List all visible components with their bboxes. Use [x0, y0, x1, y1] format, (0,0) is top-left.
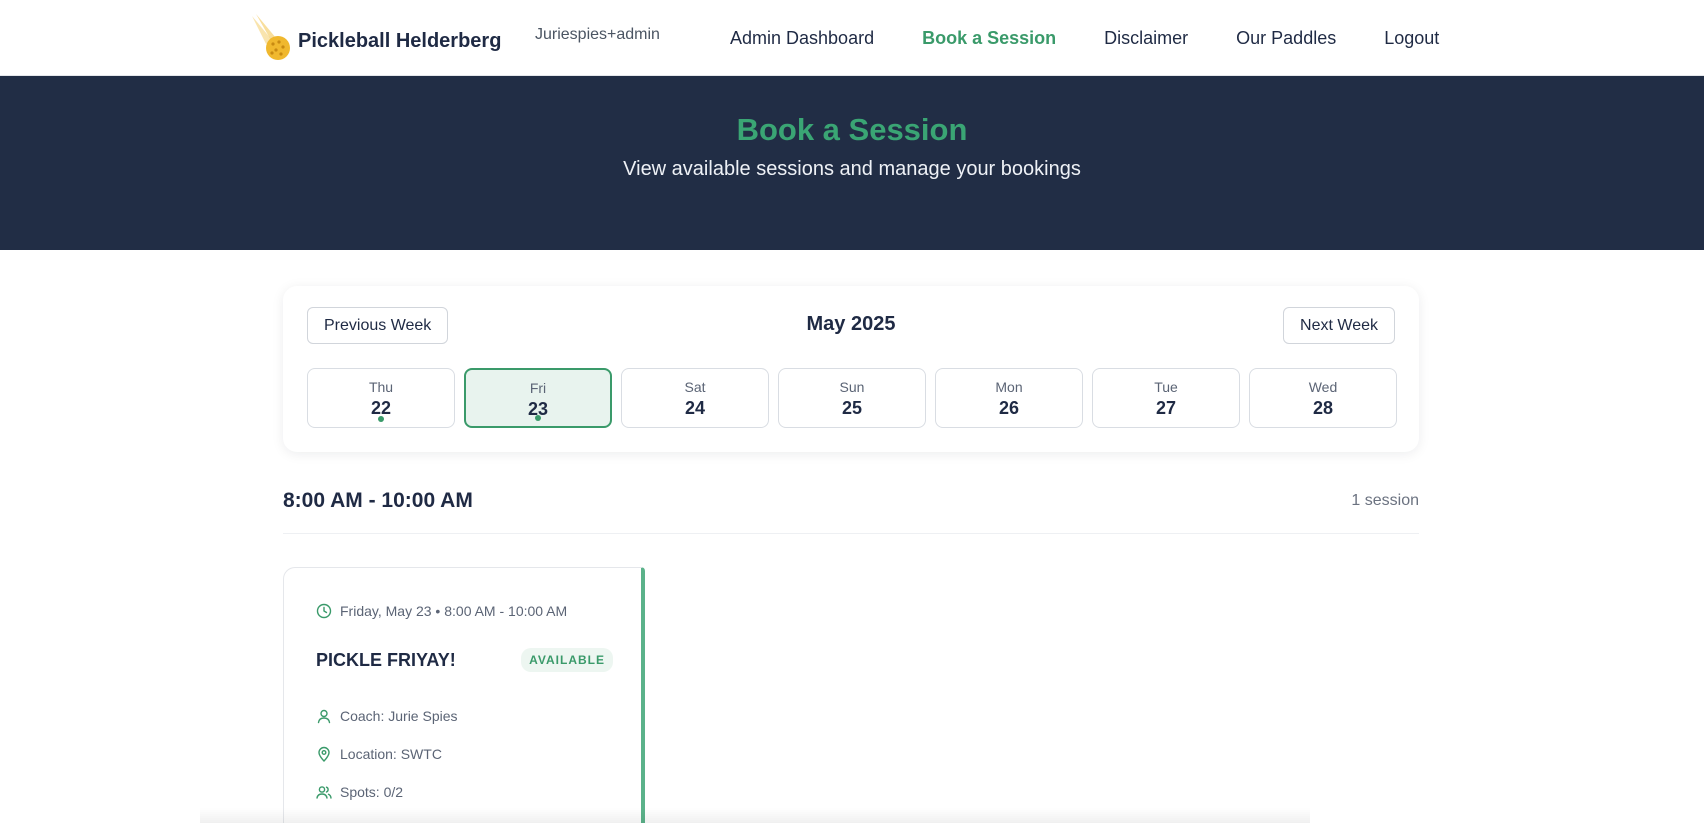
day-number: 28 [1312, 398, 1334, 418]
day-number: 27 [1155, 398, 1177, 418]
current-user-name: Juriespies+admin [535, 26, 660, 43]
users-icon [316, 786, 332, 799]
page-subtitle: View available sessions and manage your … [623, 158, 1081, 180]
footer-shadow [200, 808, 1310, 823]
day-name: Mon [995, 379, 1023, 395]
status-badge: AVAILABLE [521, 648, 613, 672]
nav-book-session[interactable]: Book a Session [922, 28, 1056, 49]
session-indicator-dot [535, 415, 541, 421]
map-pin-icon [318, 746, 330, 762]
session-spots: Spots: 0/2 [316, 784, 403, 800]
nav-admin-dashboard[interactable]: Admin Dashboard [730, 28, 874, 49]
day-name: Thu [368, 379, 394, 395]
day-sat-24[interactable]: Sat 24 [621, 368, 769, 428]
session-coach: Coach: Jurie Spies [316, 708, 458, 724]
day-name: Sat [684, 379, 706, 395]
day-mon-26[interactable]: Mon 26 [935, 368, 1083, 428]
session-card[interactable]: Friday, May 23 • 8:00 AM - 10:00 AM PICK… [283, 567, 645, 823]
clock-icon [316, 603, 332, 619]
day-fri-23[interactable]: Fri 23 [464, 368, 612, 428]
hero-banner: Book a Session View available sessions a… [0, 76, 1704, 250]
day-number: 26 [998, 398, 1020, 418]
session-datetime: Friday, May 23 • 8:00 AM - 10:00 AM [316, 603, 567, 619]
day-name: Fri [529, 380, 547, 396]
session-location: Location: SWTC [316, 746, 442, 762]
session-datetime-text: Friday, May 23 • 8:00 AM - 10:00 AM [340, 603, 568, 619]
nav-links: Admin Dashboard Book a Session Disclaime… [730, 0, 1439, 76]
session-indicator-dot [378, 416, 384, 422]
session-count: 1 session [1351, 492, 1419, 509]
user-icon [317, 709, 331, 724]
session-coach-text: Coach: Jurie Spies [340, 708, 458, 724]
day-name: Tue [1154, 379, 1178, 395]
day-selector: Thu 22 Fri 23 Sat 24 Sun 25 Mon 26 Tue 2… [307, 368, 1397, 428]
day-thu-22[interactable]: Thu 22 [307, 368, 455, 428]
brand-name: Pickleball Helderberg [298, 29, 502, 52]
top-navbar: Pickleball Helderberg Juriespies+admin A… [0, 0, 1704, 76]
pickleball-logo-icon [252, 14, 290, 60]
day-name: Wed [1308, 379, 1338, 395]
page-title: Book a Session [736, 112, 968, 147]
time-slot-heading: 8:00 AM - 10:00 AM [283, 489, 473, 512]
day-tue-27[interactable]: Tue 27 [1092, 368, 1240, 428]
day-name: Sun [839, 379, 865, 395]
divider [283, 533, 1419, 534]
nav-logout[interactable]: Logout [1384, 28, 1439, 49]
nav-disclaimer[interactable]: Disclaimer [1104, 28, 1188, 49]
day-number: 24 [684, 398, 706, 418]
session-title: PICKLE FRIYAY! [316, 650, 456, 670]
session-location-text: Location: SWTC [340, 746, 442, 762]
day-number: 25 [841, 398, 863, 418]
week-calendar: Previous Week May 2025 Next Week Thu 22 … [283, 286, 1419, 452]
month-label: May 2025 [806, 313, 896, 335]
session-spots-text: Spots: 0/2 [340, 784, 404, 800]
brand-link[interactable]: Pickleball Helderberg [250, 14, 501, 62]
nav-our-paddles[interactable]: Our Paddles [1236, 28, 1336, 49]
day-sun-25[interactable]: Sun 25 [778, 368, 926, 428]
day-wed-28[interactable]: Wed 28 [1249, 368, 1397, 428]
next-week-button[interactable]: Next Week [1283, 307, 1395, 344]
